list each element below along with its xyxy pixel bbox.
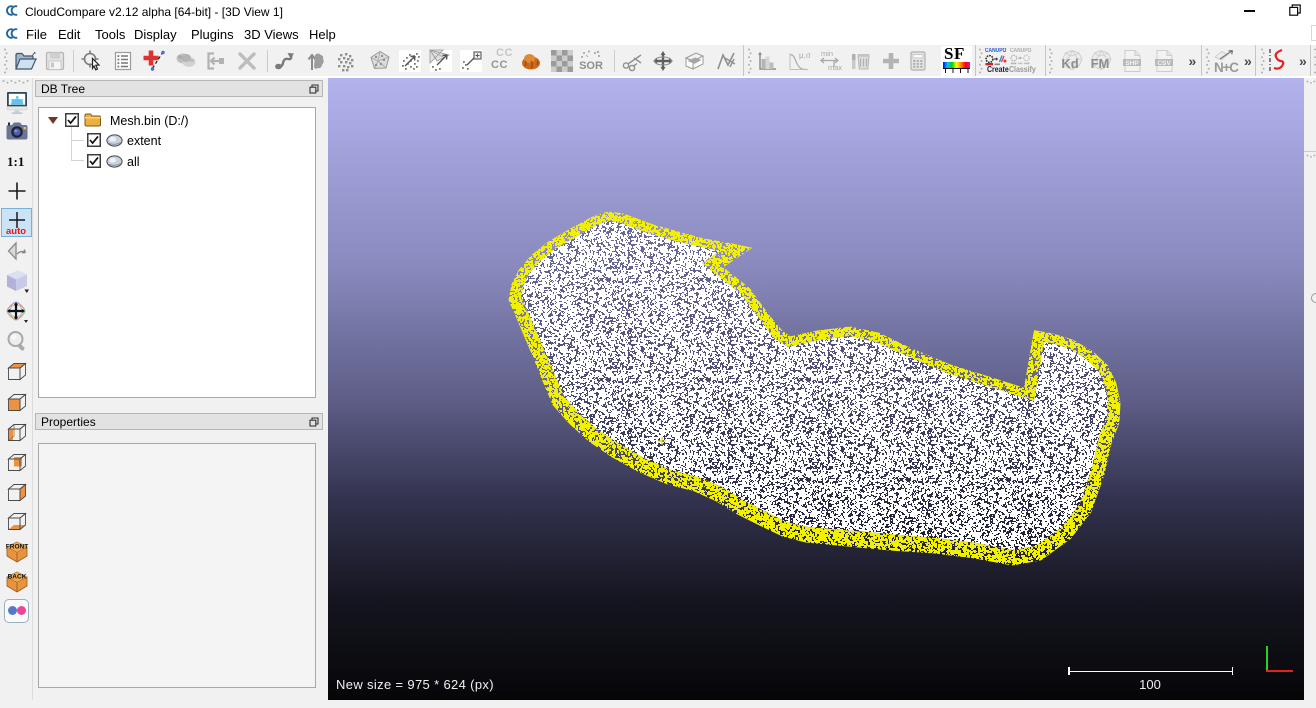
svg-text:BACK: BACK <box>7 574 26 581</box>
svg-text:N+C: N+C <box>1214 60 1239 75</box>
svg-text:FM: FM <box>1091 56 1110 71</box>
svg-text:μ,σ: μ,σ <box>799 51 811 60</box>
svg-text:CSV: CSV <box>1157 60 1171 67</box>
svg-text:Kd: Kd <box>1061 56 1078 71</box>
svg-text:max: max <box>828 63 842 72</box>
svg-text:SOR: SOR <box>579 60 603 72</box>
svg-text:FRONT: FRONT <box>5 544 27 551</box>
svg-text:min: min <box>821 49 833 58</box>
svg-text:SHP: SHP <box>1125 60 1139 67</box>
